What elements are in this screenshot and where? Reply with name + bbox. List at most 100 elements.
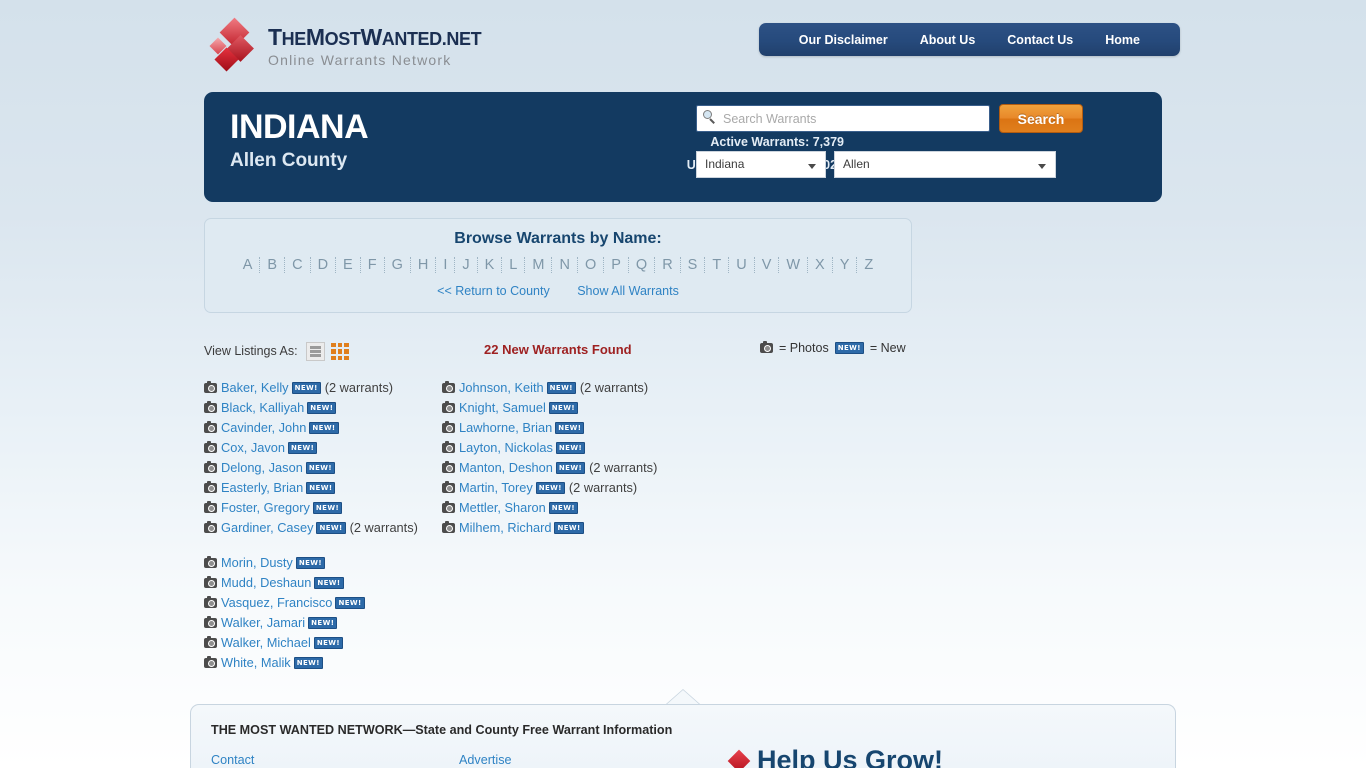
warrant-name-link[interactable]: Johnson, Keith: [459, 380, 544, 395]
camera-icon: [204, 521, 217, 533]
nav-item-about-us[interactable]: About Us: [904, 33, 992, 47]
camera-icon: [204, 481, 217, 493]
listings-column-left-top: Baker, Kelly NEW! (2 warrants) Black, Kalli…: [204, 378, 444, 538]
alpha-letter-v[interactable]: V: [755, 257, 780, 273]
new-badge: NEW!: [548, 502, 578, 514]
alpha-letter-q[interactable]: Q: [629, 257, 656, 273]
alpha-letter-u[interactable]: U: [729, 257, 755, 273]
alpha-letter-o[interactable]: O: [578, 257, 605, 273]
warrants-found-count: 22 New Warrants Found: [484, 342, 632, 357]
alpha-letter-g[interactable]: G: [385, 257, 411, 273]
alpha-letter-x[interactable]: X: [808, 257, 833, 273]
grid-view-icon[interactable]: [331, 342, 349, 361]
new-badge: NEW!: [834, 342, 864, 354]
camera-icon: [204, 636, 217, 648]
nav-item-home[interactable]: Home: [1089, 33, 1156, 47]
alpha-letter-i[interactable]: I: [436, 257, 456, 273]
camera-icon: [442, 501, 455, 513]
alpha-letter-z[interactable]: Z: [857, 257, 880, 273]
warrant-name-link[interactable]: Walker, Michael: [221, 635, 311, 650]
alpha-letter-l[interactable]: L: [502, 257, 526, 273]
camera-icon: [204, 461, 217, 473]
list-item: Martin, Torey NEW! (2 warrants): [442, 478, 702, 498]
warrant-name-link[interactable]: Morin, Dusty: [221, 555, 293, 570]
new-badge: NEW!: [555, 442, 586, 454]
warrant-name-link[interactable]: Mettler, Sharon: [459, 500, 546, 515]
warrant-name-link[interactable]: Manton, Deshon: [459, 460, 553, 475]
warrant-name-link[interactable]: Baker, Kelly: [221, 380, 289, 395]
list-item: Knight, Samuel NEW!: [442, 398, 702, 418]
warrant-name-link[interactable]: Foster, Gregory: [221, 500, 310, 515]
alpha-letter-y[interactable]: Y: [833, 257, 858, 273]
warrant-name-link[interactable]: Vasquez, Francisco: [221, 595, 332, 610]
warrant-count: (2 warrants): [568, 480, 638, 495]
alpha-letter-k[interactable]: K: [478, 257, 503, 273]
warrant-name-link[interactable]: Black, Kalliyah: [221, 400, 304, 415]
warrant-name-link[interactable]: White, Malik: [221, 655, 291, 670]
alpha-letter-r[interactable]: R: [655, 257, 681, 273]
warrant-name-link[interactable]: Cavinder, John: [221, 420, 306, 435]
alpha-letter-n[interactable]: N: [552, 257, 578, 273]
warrant-name-link[interactable]: Mudd, Deshaun: [221, 575, 311, 590]
list-view-icon[interactable]: [306, 342, 325, 361]
browse-links: << Return to County Show All Warrants: [205, 284, 911, 298]
warrant-name-link[interactable]: Walker, Jamari: [221, 615, 305, 630]
new-badge: NEW!: [309, 422, 339, 434]
alpha-letter-e[interactable]: E: [336, 257, 361, 273]
search-input[interactable]: [696, 105, 990, 132]
warrant-name-link[interactable]: Knight, Samuel: [459, 400, 546, 415]
warrant-count: (2 warrants): [579, 380, 649, 395]
logo-title: THEMOSTWANTED.NET: [268, 23, 482, 50]
show-all-warrants-link[interactable]: Show All Warrants: [577, 284, 679, 298]
footer-link-advertise-with-us[interactable]: Advertise with Us: [459, 753, 512, 768]
camera-icon: [442, 421, 455, 433]
new-badge: NEW!: [316, 522, 346, 534]
search-box: [696, 105, 990, 132]
alpha-letter-d[interactable]: D: [311, 257, 337, 273]
site-footer: THE MOST WANTED NETWORK—State and County…: [190, 704, 1176, 768]
list-item: Foster, Gregory NEW!: [204, 498, 444, 518]
camera-icon: [204, 616, 217, 628]
alpha-letter-s[interactable]: S: [681, 257, 706, 273]
county-select[interactable]: Allen: [834, 151, 1056, 178]
site-logo[interactable]: THEMOSTWANTED.NET Online Warrants Networ…: [209, 17, 482, 72]
new-badge: NEW!: [546, 382, 576, 394]
warrant-name-link[interactable]: Gardiner, Casey: [221, 520, 313, 535]
logo-subtitle: Online Warrants Network: [268, 51, 452, 68]
alpha-letter-c[interactable]: C: [285, 257, 311, 273]
top-navigation: Our Disclaimer About Us Contact Us Home: [758, 23, 1180, 56]
listings-column-right: Johnson, Keith NEW! (2 warrants) Knight, Sa…: [442, 378, 702, 538]
list-item: Gardiner, Casey NEW! (2 warrants): [204, 518, 444, 538]
warrant-name-link[interactable]: Easterly, Brian: [221, 480, 303, 495]
new-badge: NEW!: [312, 502, 343, 514]
warrant-count: (2 warrants): [349, 520, 418, 535]
view-mode-toggle: [306, 342, 349, 361]
warrant-name-link[interactable]: Milhem, Richard: [459, 520, 551, 535]
new-badge: NEW!: [335, 597, 365, 609]
alpha-letter-m[interactable]: M: [525, 257, 553, 273]
list-item: Lawhorne, Brian NEW!: [442, 418, 702, 438]
help-us-grow-heading: Help Us Grow!: [757, 745, 944, 768]
search-button[interactable]: Search: [999, 104, 1083, 133]
alpha-letter-f[interactable]: F: [361, 257, 385, 273]
alpha-letter-p[interactable]: P: [604, 257, 629, 273]
alpha-letter-w[interactable]: W: [779, 257, 809, 273]
alpha-letter-h[interactable]: H: [411, 257, 437, 273]
warrant-name-link[interactable]: Cox, Javon: [221, 440, 285, 455]
new-badge: NEW!: [313, 637, 343, 649]
alpha-letter-b[interactable]: B: [260, 257, 286, 273]
warrant-name-link[interactable]: Layton, Nickolas: [459, 440, 553, 455]
alpha-letter-a[interactable]: A: [236, 257, 261, 273]
return-to-county-link[interactable]: << Return to County: [437, 284, 550, 298]
warrant-name-link[interactable]: Delong, Jason: [221, 460, 303, 475]
new-badge: NEW!: [291, 382, 321, 394]
location-selects: Indiana Allen: [696, 151, 1056, 178]
nav-item-contact-us[interactable]: Contact Us: [991, 33, 1089, 47]
warrant-name-link[interactable]: Lawhorne, Brian: [459, 420, 552, 435]
state-select[interactable]: Indiana: [696, 151, 826, 178]
warrant-name-link[interactable]: Martin, Torey: [459, 480, 533, 495]
alpha-letter-t[interactable]: T: [705, 257, 730, 273]
nav-item-our-disclaimer[interactable]: Our Disclaimer: [783, 33, 904, 47]
alpha-letter-j[interactable]: J: [455, 257, 478, 273]
footer-link-contact-us[interactable]: Contact Us: [211, 753, 254, 768]
